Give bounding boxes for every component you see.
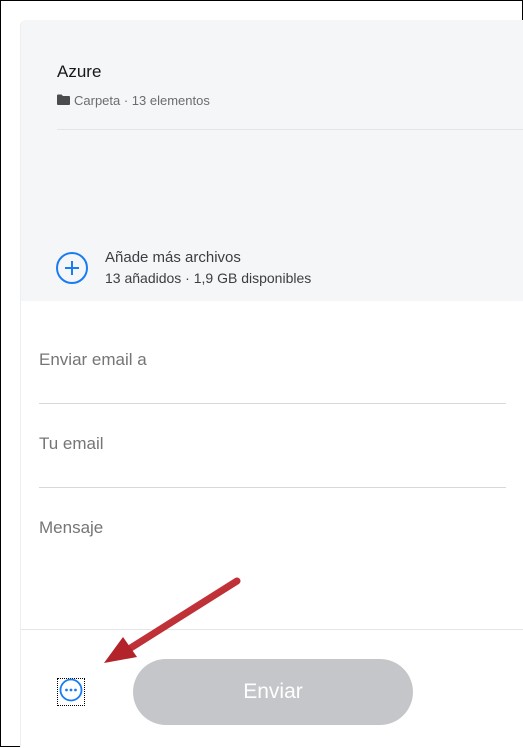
plus-circle-icon (55, 251, 89, 285)
folder-icon (57, 93, 70, 108)
more-options-icon (59, 678, 83, 707)
send-button[interactable]: Enviar (133, 659, 413, 725)
transfer-summary: Azure Carpeta · 13 elementos Añade más a… (21, 20, 523, 301)
transfer-title: Azure (57, 62, 102, 81)
your-email-field-container (39, 404, 506, 488)
more-options-button[interactable] (57, 678, 85, 706)
footer-divider (21, 629, 523, 630)
email-to-input[interactable] (39, 350, 479, 370)
add-files-text: Añade más archivos 13 añadidos · 1,9 GB … (105, 248, 311, 288)
transfer-meta-text: Carpeta · 13 elementos (74, 93, 210, 108)
message-textarea[interactable] (39, 518, 479, 608)
message-field-container (39, 488, 523, 630)
transfer-meta: Carpeta · 13 elementos (57, 93, 210, 108)
your-email-input[interactable] (39, 434, 479, 454)
add-more-files-button[interactable]: Añade más archivos 13 añadidos · 1,9 GB … (55, 248, 311, 288)
transfer-panel: Azure Carpeta · 13 elementos Añade más a… (20, 20, 523, 747)
add-files-subtitle: 13 añadidos · 1,9 GB disponibles (105, 270, 312, 286)
email-to-field-container (39, 320, 506, 404)
screenshot-frame: Azure Carpeta · 13 elementos Añade más a… (0, 0, 523, 747)
add-files-title: Añade más archivos (105, 249, 241, 266)
summary-divider (57, 129, 523, 130)
